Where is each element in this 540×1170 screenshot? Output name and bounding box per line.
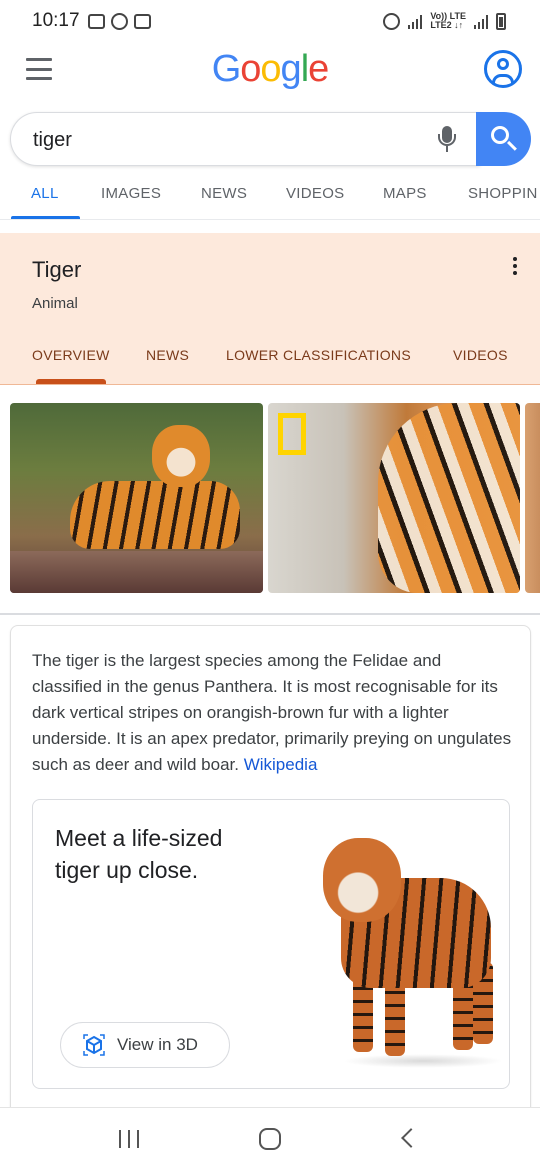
- signal-icon: [408, 13, 423, 29]
- kp-tab-news[interactable]: NEWS: [146, 347, 189, 363]
- kp-active-tab-indicator: [36, 379, 106, 384]
- entity-subtitle: Animal: [32, 295, 78, 312]
- logo-letter: e: [308, 48, 329, 90]
- search-box: [10, 112, 480, 166]
- battery-icon: [496, 12, 506, 30]
- search-button[interactable]: [476, 112, 531, 166]
- entity-title: Tiger: [32, 257, 82, 282]
- tiger-3d-preview: [323, 838, 503, 1070]
- status-bar: 10:17 Vo)) LTE LTE2 ↓↑: [0, 0, 540, 42]
- 3d-cube-icon: [83, 1034, 105, 1056]
- tiger-image-1[interactable]: [10, 403, 263, 593]
- search-nav-tabs: ALL IMAGES NEWS VIDEOS MAPS SHOPPIN: [0, 176, 540, 220]
- kp-tab-lower-classifications[interactable]: LOWER CLASSIFICATIONS: [226, 347, 411, 363]
- more-options-icon[interactable]: [512, 257, 518, 275]
- home-icon[interactable]: [259, 1128, 281, 1150]
- kp-tab-videos[interactable]: VIDEOS: [453, 347, 508, 363]
- signal-icon-2: [474, 13, 488, 29]
- kp-tab-overview[interactable]: OVERVIEW: [32, 347, 110, 363]
- view-in-3d-button[interactable]: View in 3D: [60, 1022, 230, 1068]
- notification-icons: [87, 12, 151, 30]
- logo-letter: o: [260, 48, 281, 90]
- recent-apps-icon[interactable]: [119, 1130, 139, 1148]
- alarm-icon: [383, 12, 401, 30]
- account-icon[interactable]: [484, 50, 522, 88]
- back-icon[interactable]: [401, 1128, 421, 1148]
- gallery-notification-icon: [87, 13, 105, 29]
- status-time: 10:17: [32, 10, 80, 31]
- tab-videos[interactable]: VIDEOS: [286, 185, 344, 202]
- ar-view-card[interactable]: Meet a life-sized tiger up close. View i…: [32, 799, 510, 1089]
- status-left: 10:17: [32, 10, 151, 32]
- logo-letter: g: [280, 48, 302, 90]
- whatsapp-notification-icon: [110, 12, 128, 30]
- system-nav-bar: [0, 1107, 540, 1170]
- search-bar: [10, 112, 531, 166]
- image-carousel: [0, 403, 540, 593]
- logo-letter: G: [211, 48, 242, 90]
- description-card: The tiger is the largest species among t…: [10, 625, 531, 1115]
- wikipedia-link[interactable]: Wikipedia: [244, 755, 318, 774]
- tab-news[interactable]: NEWS: [201, 185, 247, 202]
- tab-shopping[interactable]: SHOPPIN: [468, 185, 538, 202]
- network-line-2: LTE2 ↓↑: [430, 20, 464, 30]
- status-right: Vo)) LTE LTE2 ↓↑: [383, 12, 506, 30]
- header: Google: [0, 42, 540, 100]
- tab-all[interactable]: ALL: [31, 185, 59, 202]
- tiger-image-3[interactable]: [525, 403, 540, 593]
- wifi-notification-icon: [133, 13, 151, 29]
- tiger-image-2[interactable]: [268, 403, 520, 593]
- section-divider: [0, 613, 540, 615]
- google-logo[interactable]: Google: [0, 48, 540, 91]
- search-icon: [491, 126, 509, 144]
- knowledge-panel-header: Tiger Animal OVERVIEW NEWS LOWER CLASSIF…: [0, 233, 540, 385]
- active-tab-indicator: [11, 216, 80, 219]
- description-paragraph: The tiger is the largest species among t…: [32, 648, 512, 778]
- tab-images[interactable]: IMAGES: [101, 185, 161, 202]
- national-geographic-logo: [278, 413, 306, 455]
- logo-letter: o: [240, 48, 261, 90]
- network-indicator: Vo)) LTE LTE2 ↓↑: [430, 12, 466, 30]
- microphone-icon[interactable]: [436, 126, 458, 156]
- ar-card-title: Meet a life-sized tiger up close.: [55, 825, 223, 883]
- search-input[interactable]: [33, 125, 413, 155]
- view-in-3d-label: View in 3D: [117, 1035, 198, 1054]
- tab-maps[interactable]: MAPS: [383, 185, 427, 202]
